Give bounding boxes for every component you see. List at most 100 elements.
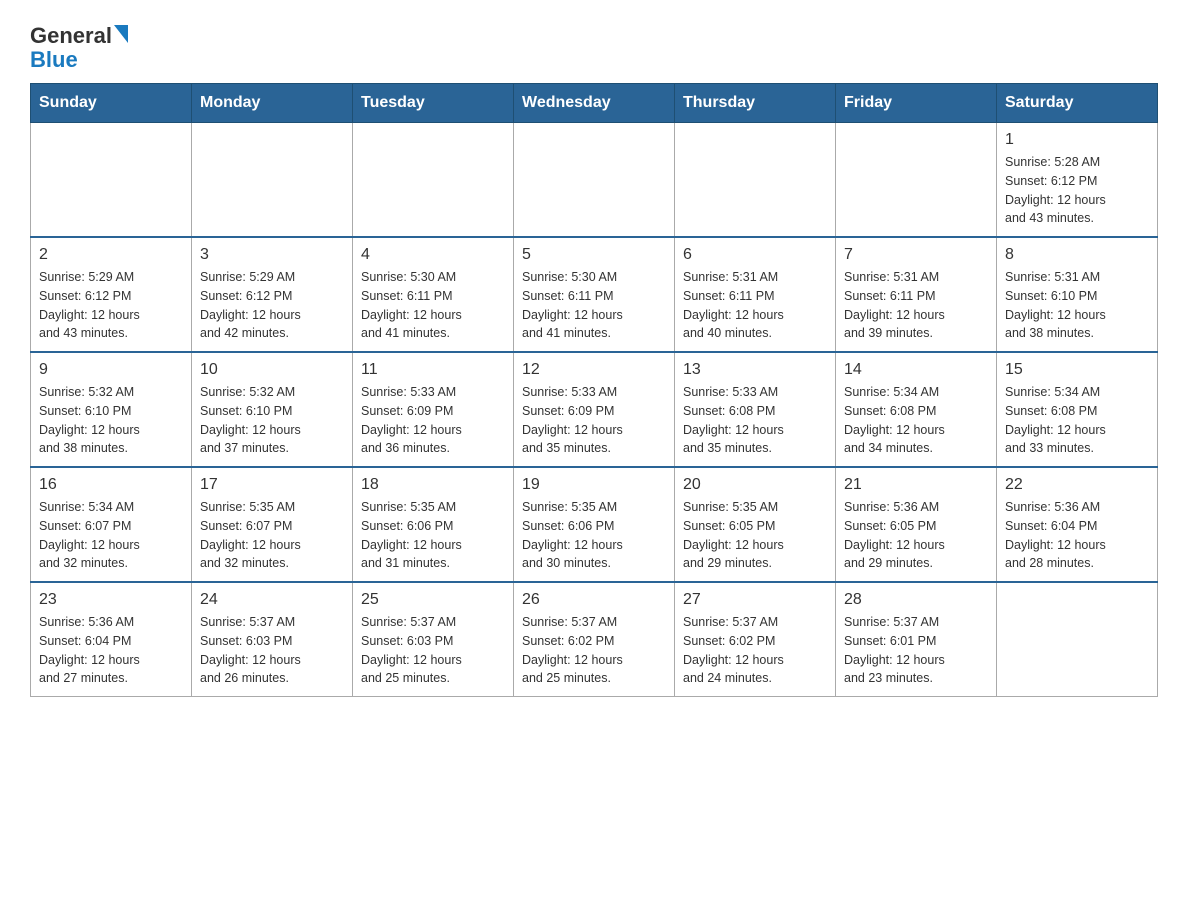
day-number: 12: [522, 361, 666, 379]
calendar-cell: 28 Sunrise: 5:37 AM Sunset: 6:01 PM Dayli…: [836, 582, 997, 697]
day-info: Sunrise: 5:35 AM Sunset: 6:05 PM Dayligh…: [683, 498, 827, 573]
day-number: 26: [522, 591, 666, 609]
day-number: 1: [1005, 131, 1149, 149]
calendar-week-4: 16 Sunrise: 5:34 AM Sunset: 6:07 PM Dayli…: [31, 467, 1158, 582]
day-header-tuesday: Tuesday: [353, 84, 514, 123]
logo-general-text: General: [30, 25, 112, 47]
day-info: Sunrise: 5:33 AM Sunset: 6:08 PM Dayligh…: [683, 383, 827, 458]
calendar-week-1: 1 Sunrise: 5:28 AM Sunset: 6:12 PM Daylig…: [31, 123, 1158, 238]
day-number: 5: [522, 246, 666, 264]
page-header: General Blue: [30, 20, 1158, 73]
calendar-cell: [353, 123, 514, 238]
day-info: Sunrise: 5:37 AM Sunset: 6:03 PM Dayligh…: [361, 613, 505, 688]
calendar-cell: 21 Sunrise: 5:36 AM Sunset: 6:05 PM Dayli…: [836, 467, 997, 582]
day-info: Sunrise: 5:29 AM Sunset: 6:12 PM Dayligh…: [200, 268, 344, 343]
day-info: Sunrise: 5:29 AM Sunset: 6:12 PM Dayligh…: [39, 268, 183, 343]
day-info: Sunrise: 5:31 AM Sunset: 6:10 PM Dayligh…: [1005, 268, 1149, 343]
day-header-wednesday: Wednesday: [514, 84, 675, 123]
day-info: Sunrise: 5:31 AM Sunset: 6:11 PM Dayligh…: [683, 268, 827, 343]
calendar-table: SundayMondayTuesdayWednesdayThursdayFrid…: [30, 83, 1158, 697]
calendar-cell: 27Sunrise: 5:37 AM Sunset: 6:02 PM Dayli…: [675, 582, 836, 697]
day-number: 21: [844, 476, 988, 494]
day-number: 15: [1005, 361, 1149, 379]
day-header-monday: Monday: [192, 84, 353, 123]
calendar-cell: 20 Sunrise: 5:35 AM Sunset: 6:05 PM Dayli…: [675, 467, 836, 582]
calendar-cell: [31, 123, 192, 238]
day-number: 14: [844, 361, 988, 379]
day-info: Sunrise: 5:37 AM Sunset: 6:02 PM Dayligh…: [522, 613, 666, 688]
day-number: 20: [683, 476, 827, 494]
day-info: Sunrise: 5:35 AM Sunset: 6:07 PM Dayligh…: [200, 498, 344, 573]
day-number: 7: [844, 246, 988, 264]
calendar-cell: [675, 123, 836, 238]
day-number: 6: [683, 246, 827, 264]
calendar-cell: 5 Sunrise: 5:30 AM Sunset: 6:11 PM Daylig…: [514, 237, 675, 352]
day-info: Sunrise: 5:28 AM Sunset: 6:12 PM Dayligh…: [1005, 153, 1149, 228]
day-header-saturday: Saturday: [997, 84, 1158, 123]
calendar-cell: 4Sunrise: 5:30 AM Sunset: 6:11 PM Daylig…: [353, 237, 514, 352]
day-info: Sunrise: 5:36 AM Sunset: 6:04 PM Dayligh…: [1005, 498, 1149, 573]
calendar-header-row: SundayMondayTuesdayWednesdayThursdayFrid…: [31, 84, 1158, 123]
day-info: Sunrise: 5:35 AM Sunset: 6:06 PM Dayligh…: [522, 498, 666, 573]
day-number: 4: [361, 246, 505, 264]
day-number: 24: [200, 591, 344, 609]
day-info: Sunrise: 5:32 AM Sunset: 6:10 PM Dayligh…: [39, 383, 183, 458]
calendar-cell: [192, 123, 353, 238]
calendar-cell: 17 Sunrise: 5:35 AM Sunset: 6:07 PM Dayli…: [192, 467, 353, 582]
calendar-cell: 25Sunrise: 5:37 AM Sunset: 6:03 PM Dayli…: [353, 582, 514, 697]
day-info: Sunrise: 5:32 AM Sunset: 6:10 PM Dayligh…: [200, 383, 344, 458]
calendar-cell: 2Sunrise: 5:29 AM Sunset: 6:12 PM Daylig…: [31, 237, 192, 352]
day-number: 10: [200, 361, 344, 379]
logo-blue-text: Blue: [30, 47, 78, 72]
calendar-cell: 11 Sunrise: 5:33 AM Sunset: 6:09 PM Dayli…: [353, 352, 514, 467]
calendar-cell: 23 Sunrise: 5:36 AM Sunset: 6:04 PM Dayli…: [31, 582, 192, 697]
day-info: Sunrise: 5:37 AM Sunset: 6:01 PM Dayligh…: [844, 613, 988, 688]
day-info: Sunrise: 5:31 AM Sunset: 6:11 PM Dayligh…: [844, 268, 988, 343]
day-info: Sunrise: 5:33 AM Sunset: 6:09 PM Dayligh…: [522, 383, 666, 458]
calendar-cell: 6 Sunrise: 5:31 AM Sunset: 6:11 PM Daylig…: [675, 237, 836, 352]
day-number: 28: [844, 591, 988, 609]
calendar-week-2: 2Sunrise: 5:29 AM Sunset: 6:12 PM Daylig…: [31, 237, 1158, 352]
calendar-cell: 19 Sunrise: 5:35 AM Sunset: 6:06 PM Dayli…: [514, 467, 675, 582]
day-number: 17: [200, 476, 344, 494]
calendar-cell: 9 Sunrise: 5:32 AM Sunset: 6:10 PM Daylig…: [31, 352, 192, 467]
calendar-cell: 12 Sunrise: 5:33 AM Sunset: 6:09 PM Dayli…: [514, 352, 675, 467]
day-info: Sunrise: 5:35 AM Sunset: 6:06 PM Dayligh…: [361, 498, 505, 573]
day-number: 9: [39, 361, 183, 379]
day-number: 11: [361, 361, 505, 379]
day-header-friday: Friday: [836, 84, 997, 123]
day-info: Sunrise: 5:34 AM Sunset: 6:08 PM Dayligh…: [1005, 383, 1149, 458]
day-header-thursday: Thursday: [675, 84, 836, 123]
logo-arrow-icon: [114, 25, 128, 43]
calendar-cell: 24Sunrise: 5:37 AM Sunset: 6:03 PM Dayli…: [192, 582, 353, 697]
day-number: 19: [522, 476, 666, 494]
calendar-cell: 22Sunrise: 5:36 AM Sunset: 6:04 PM Dayli…: [997, 467, 1158, 582]
calendar-cell: 1 Sunrise: 5:28 AM Sunset: 6:12 PM Daylig…: [997, 123, 1158, 238]
calendar-cell: 3 Sunrise: 5:29 AM Sunset: 6:12 PM Daylig…: [192, 237, 353, 352]
calendar-cell: 18Sunrise: 5:35 AM Sunset: 6:06 PM Dayli…: [353, 467, 514, 582]
calendar-cell: [836, 123, 997, 238]
day-info: Sunrise: 5:30 AM Sunset: 6:11 PM Dayligh…: [522, 268, 666, 343]
day-number: 16: [39, 476, 183, 494]
logo: General Blue: [30, 20, 128, 73]
calendar-week-3: 9 Sunrise: 5:32 AM Sunset: 6:10 PM Daylig…: [31, 352, 1158, 467]
day-info: Sunrise: 5:33 AM Sunset: 6:09 PM Dayligh…: [361, 383, 505, 458]
day-number: 23: [39, 591, 183, 609]
day-number: 3: [200, 246, 344, 264]
day-number: 27: [683, 591, 827, 609]
day-info: Sunrise: 5:34 AM Sunset: 6:08 PM Dayligh…: [844, 383, 988, 458]
day-number: 13: [683, 361, 827, 379]
calendar-cell: 16 Sunrise: 5:34 AM Sunset: 6:07 PM Dayli…: [31, 467, 192, 582]
calendar-cell: 10 Sunrise: 5:32 AM Sunset: 6:10 PM Dayli…: [192, 352, 353, 467]
calendar-cell: 8 Sunrise: 5:31 AM Sunset: 6:10 PM Daylig…: [997, 237, 1158, 352]
day-info: Sunrise: 5:36 AM Sunset: 6:04 PM Dayligh…: [39, 613, 183, 688]
day-number: 8: [1005, 246, 1149, 264]
calendar-cell: [997, 582, 1158, 697]
day-info: Sunrise: 5:34 AM Sunset: 6:07 PM Dayligh…: [39, 498, 183, 573]
calendar-cell: 7 Sunrise: 5:31 AM Sunset: 6:11 PM Daylig…: [836, 237, 997, 352]
calendar-cell: 13 Sunrise: 5:33 AM Sunset: 6:08 PM Dayli…: [675, 352, 836, 467]
calendar-cell: [514, 123, 675, 238]
day-info: Sunrise: 5:36 AM Sunset: 6:05 PM Dayligh…: [844, 498, 988, 573]
calendar-cell: 15 Sunrise: 5:34 AM Sunset: 6:08 PM Dayli…: [997, 352, 1158, 467]
calendar-cell: 14 Sunrise: 5:34 AM Sunset: 6:08 PM Dayli…: [836, 352, 997, 467]
